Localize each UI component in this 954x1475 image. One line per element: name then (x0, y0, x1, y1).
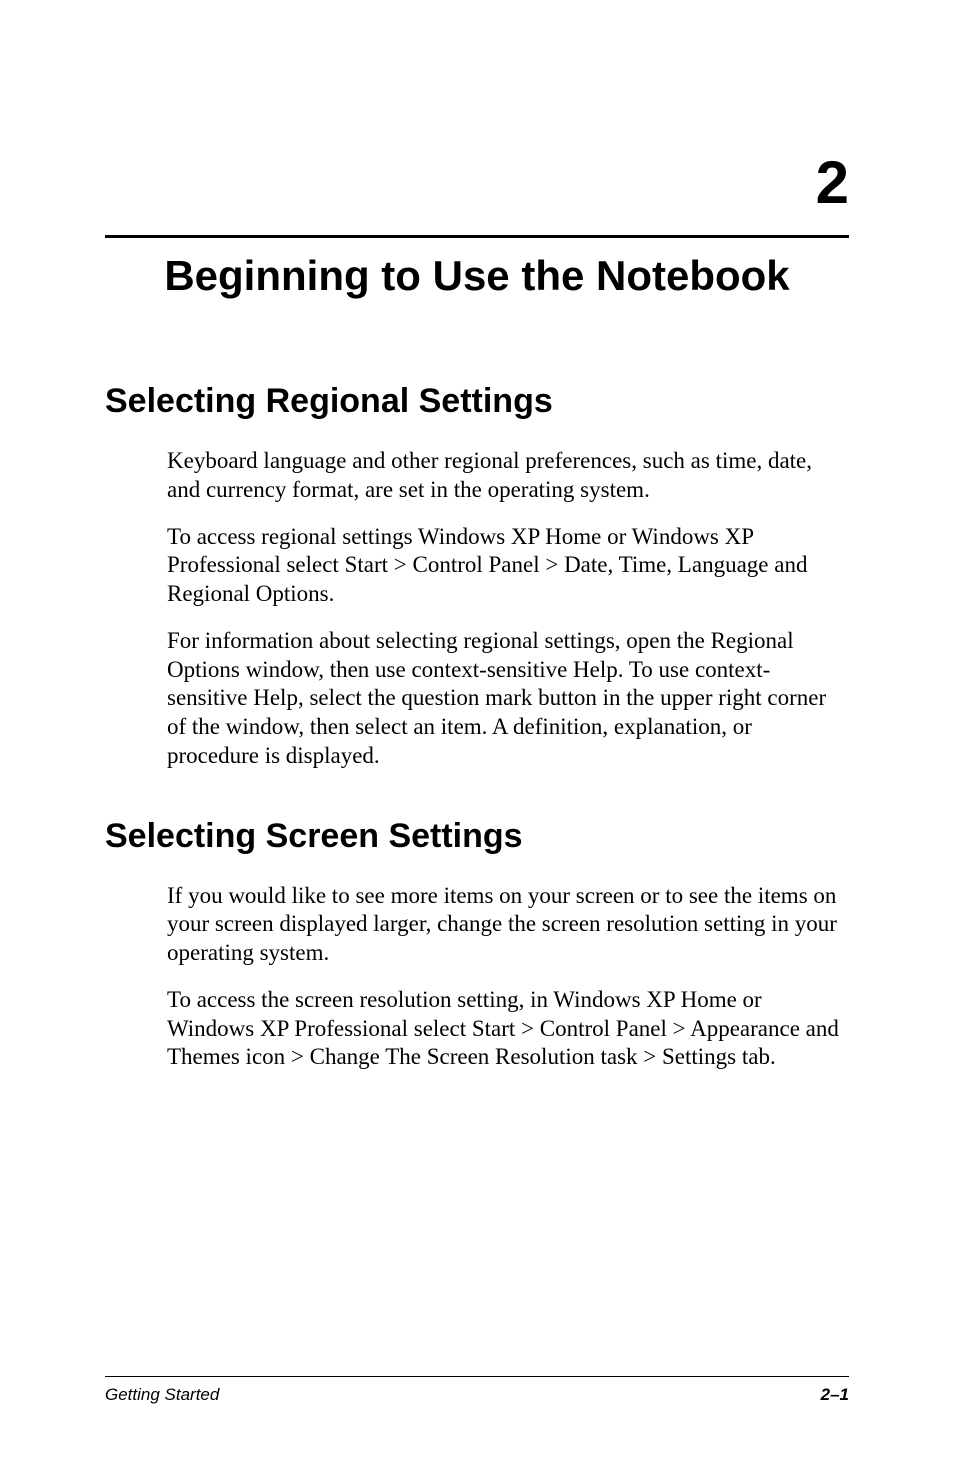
footer-rule (105, 1376, 849, 1377)
chapter-divider (105, 235, 849, 238)
body-paragraph: If you would like to see more items on y… (167, 882, 849, 968)
section-heading: Selecting Screen Settings (105, 817, 849, 856)
chapter-title: Beginning to Use the Notebook (105, 252, 849, 300)
body-paragraph: Keyboard language and other regional pre… (167, 447, 849, 505)
section-heading: Selecting Regional Settings (105, 382, 849, 421)
body-paragraph: To access regional settings Windows XP H… (167, 523, 849, 609)
page-footer: Getting Started 2–1 (105, 1376, 849, 1405)
body-paragraph: For information about selecting regional… (167, 627, 849, 771)
footer-page-number: 2–1 (821, 1385, 849, 1405)
footer-left-text: Getting Started (105, 1385, 219, 1405)
body-paragraph: To access the screen resolution setting,… (167, 986, 849, 1072)
chapter-number: 2 (105, 148, 849, 217)
